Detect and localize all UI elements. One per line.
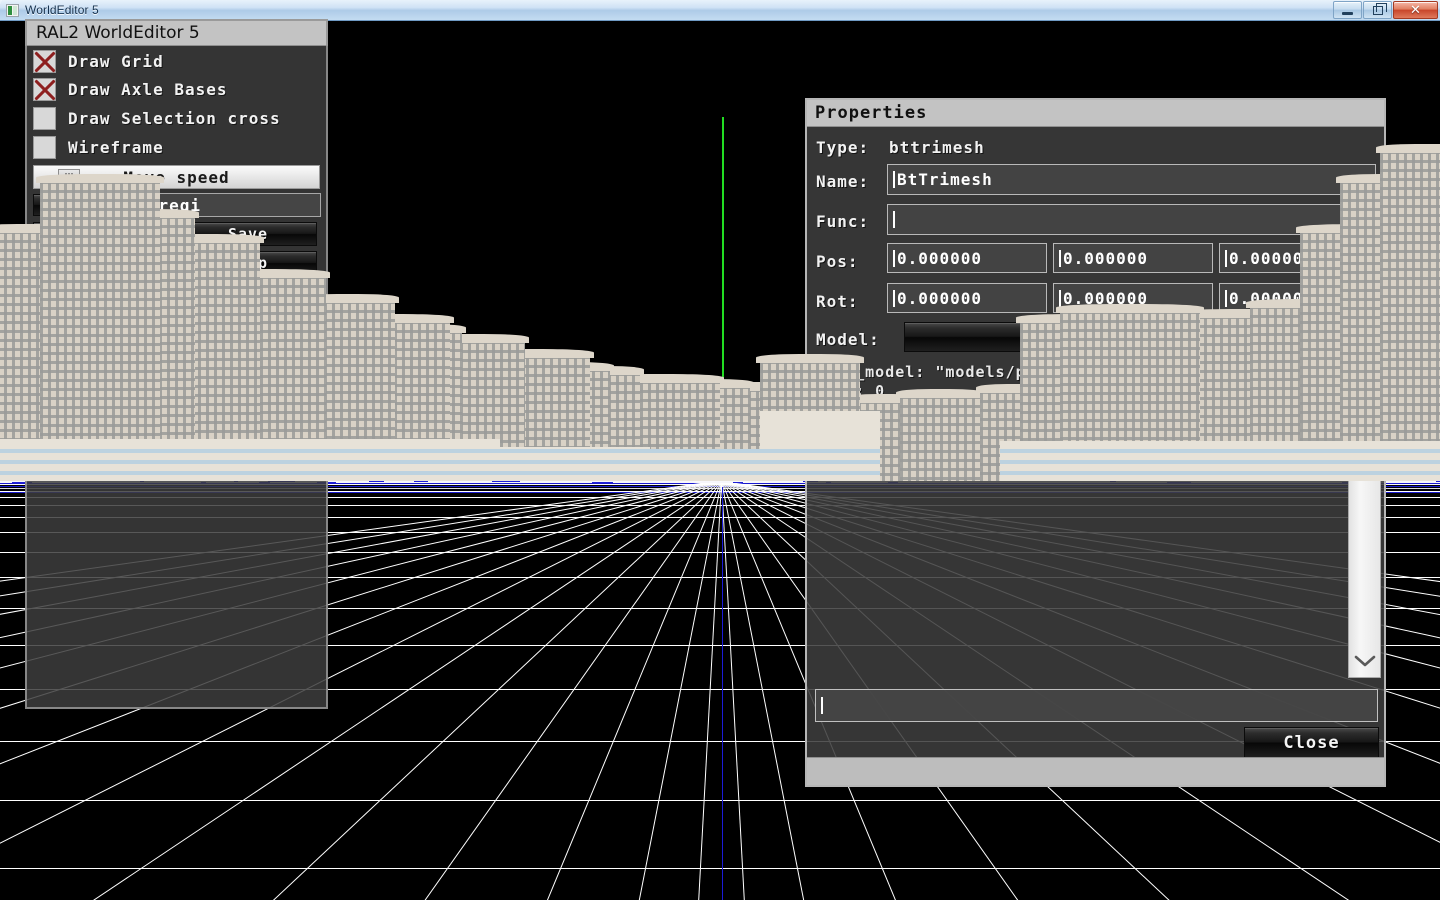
app-icon [6,3,19,17]
podium-window-band [0,471,500,475]
checkbox-row-draw-selection-cross[interactable]: Draw Selection cross [33,105,281,132]
pos-y-value: 0.000000 [1063,248,1149,268]
chevron-down-icon [1354,655,1375,667]
properties-title: Properties [807,100,1384,127]
tool-panel-title: RAL2 WorldEditor 5 [25,19,328,46]
window-controls: ✕ [1333,1,1438,19]
axis-z-line [722,487,723,900]
building [1376,144,1440,481]
building-facade [40,181,160,481]
podium-window-band [1000,460,1440,464]
close-properties-button[interactable]: Close [1244,727,1379,758]
building-roof [896,389,984,398]
name-label: Name: [816,172,870,191]
text-caret [893,289,895,307]
podium-window-band [760,449,880,453]
podium-structure [640,449,760,481]
maximize-button[interactable] [1363,1,1392,19]
horizon-dash [414,481,428,482]
checkbox-label: Wireframe [68,138,164,157]
building-roof [1376,144,1440,153]
podium-window-band [0,449,500,453]
type-label: Type: [816,138,870,157]
text-caret [893,249,895,267]
type-value: bttrimesh [889,138,985,157]
building-facade [900,396,980,481]
grid-perspective-line [721,483,816,900]
building-roof [756,354,864,363]
checkbox-checked-icon[interactable] [33,78,56,101]
podium-structure [0,439,500,481]
podium-window-band [0,460,500,464]
grid-horizontal-line [0,868,1440,869]
text-caret [1225,289,1227,307]
checkbox-label: Draw Selection cross [68,109,281,128]
building-roof [36,174,164,183]
podium-window-band [640,449,760,453]
checkbox-row-draw-grid[interactable]: Draw Grid [33,48,164,75]
building [36,174,164,481]
checkbox-row-draw-axle-bases[interactable]: Draw Axle Bases [33,76,228,103]
text-caret [821,697,823,714]
checkbox-unchecked-icon[interactable] [33,136,56,159]
rot-x-input[interactable]: 0.000000 [887,283,1047,313]
building-facade [1380,151,1440,481]
podium-window-band [430,471,650,475]
pos-y-input[interactable]: 0.000000 [1053,243,1213,273]
close-window-button[interactable]: ✕ [1393,1,1438,19]
checkbox-unchecked-icon[interactable] [33,107,56,130]
rot-label: Rot: [816,292,859,311]
podium-window-band [760,471,880,475]
pos-x-input[interactable]: 0.000000 [887,243,1047,273]
text-caret [1059,289,1061,307]
text-caret [893,171,895,188]
building-roof [1056,304,1204,313]
podium-window-band [430,449,650,453]
grid-horizontal-line [0,800,1440,801]
checkbox-label: Draw Grid [68,52,164,71]
model-label: Model: [816,330,880,349]
podium-window-band [430,460,650,464]
name-value: BtTrimesh [897,170,993,189]
horizon-dash [492,481,506,482]
properties-footer [807,757,1384,785]
command-input[interactable] [815,689,1378,722]
rot-x-value: 0.000000 [897,288,983,308]
pos-label: Pos: [816,252,859,271]
horizon-dash [1436,481,1440,482]
podium-window-band [640,460,760,464]
building [896,389,984,481]
window-titlebar: WorldEditor 5 ✕ [0,0,1440,21]
window-title: WorldEditor 5 [25,3,99,17]
podium-window-band [1000,471,1440,475]
podium-structure [430,447,650,481]
checkbox-row-wireframe[interactable]: Wireframe [33,134,164,161]
minimize-button[interactable] [1333,1,1362,19]
horizon-dash [369,481,384,482]
horizon-dash [505,481,520,482]
close-icon: ✕ [1410,2,1421,18]
name-input[interactable]: BtTrimesh [887,164,1376,195]
pos-x-value: 0.000000 [897,248,983,268]
scroll-down-button[interactable] [1349,645,1380,677]
application-window: WorldEditor 5 ✕ RAL2 WorldEditor 5 Draw … [0,0,1440,900]
checkbox-checked-icon[interactable] [33,50,56,73]
text-caret [1225,249,1227,267]
podium-window-band [760,460,880,464]
podium-structure [760,411,880,481]
podium-window-band [1000,449,1440,453]
checkbox-label: Draw Axle Bases [68,80,228,99]
text-caret [893,211,895,228]
text-caret [1059,249,1061,267]
podium-window-band [640,471,760,475]
podium-structure [1000,441,1440,481]
func-label: Func: [816,212,870,231]
